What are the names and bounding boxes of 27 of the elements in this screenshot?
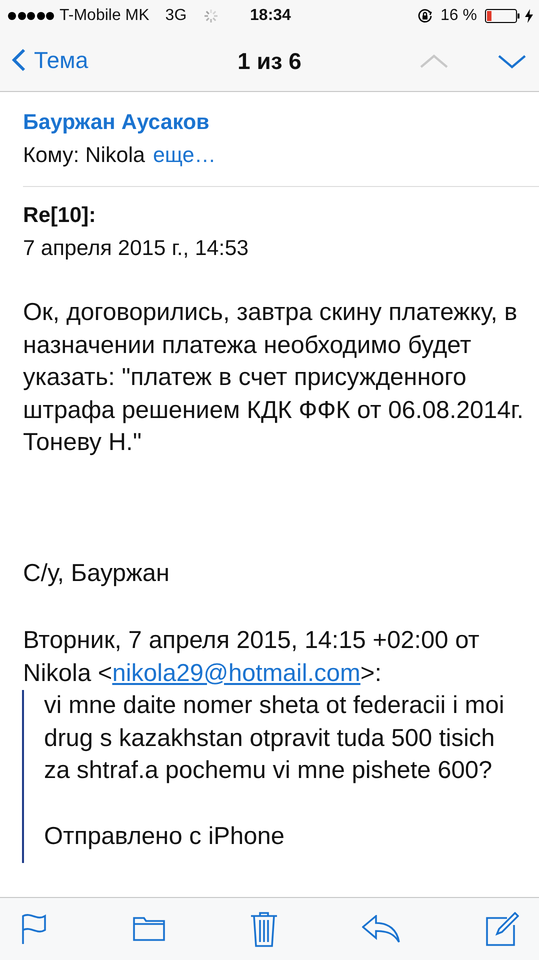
message-date: 7 апреля 2015 г., 14:53 xyxy=(23,234,250,262)
quote-header: Вторник, 7 апреля 2015, 14:15 +02:00 от Nikola <nikola29@hotmail.com>: xyxy=(23,626,480,688)
flag-button[interactable] xyxy=(20,913,48,945)
battery-percent: 16 % xyxy=(440,6,477,26)
quoted-paragraph: vi mne daite nomer sheta ot federacii i moi drug s kazakhstan otpravit tuda 500 tisich za shtraf.a pochemu vi mne pishete 600? xyxy=(44,691,506,786)
network-type: 3G xyxy=(165,6,187,26)
quoted-paragraph: Отправлено с iPhone xyxy=(44,822,286,852)
carrier-name: T-Mobile MK xyxy=(60,6,150,26)
chevron-left-icon xyxy=(12,48,26,72)
compose-button[interactable] xyxy=(485,912,519,946)
battery-icon xyxy=(485,9,521,23)
recipient-line: Кому: Nikola xyxy=(23,142,145,168)
message-paragraph: С/у, Бауржан xyxy=(23,558,170,588)
back-button[interactable]: Тема xyxy=(12,42,88,78)
reply-button[interactable] xyxy=(362,915,400,943)
subject-line: Re[10]: xyxy=(23,202,97,229)
message-paragraph: Ок, договорились, завтра скину платежку, в назначении платежа необходимо будет указать: "платеж в счет присужденного штрафа решением КДК ФФК от 06.08.2014г. Тоневу Н." xyxy=(23,298,525,458)
folder-button[interactable] xyxy=(132,916,165,942)
status-time: 18:34 xyxy=(249,6,292,26)
email-link[interactable]: nikola29@hotmail.com xyxy=(112,660,360,686)
signal-icon xyxy=(8,12,56,20)
more-link[interactable]: еще… xyxy=(152,138,216,171)
next-message-button[interactable] xyxy=(497,53,527,70)
rotation-lock-icon xyxy=(416,8,433,24)
message-counter: 1 из 6 xyxy=(238,47,302,76)
sender-name[interactable]: Бауржан Аусаков xyxy=(23,106,539,138)
trash-button[interactable] xyxy=(250,911,278,947)
